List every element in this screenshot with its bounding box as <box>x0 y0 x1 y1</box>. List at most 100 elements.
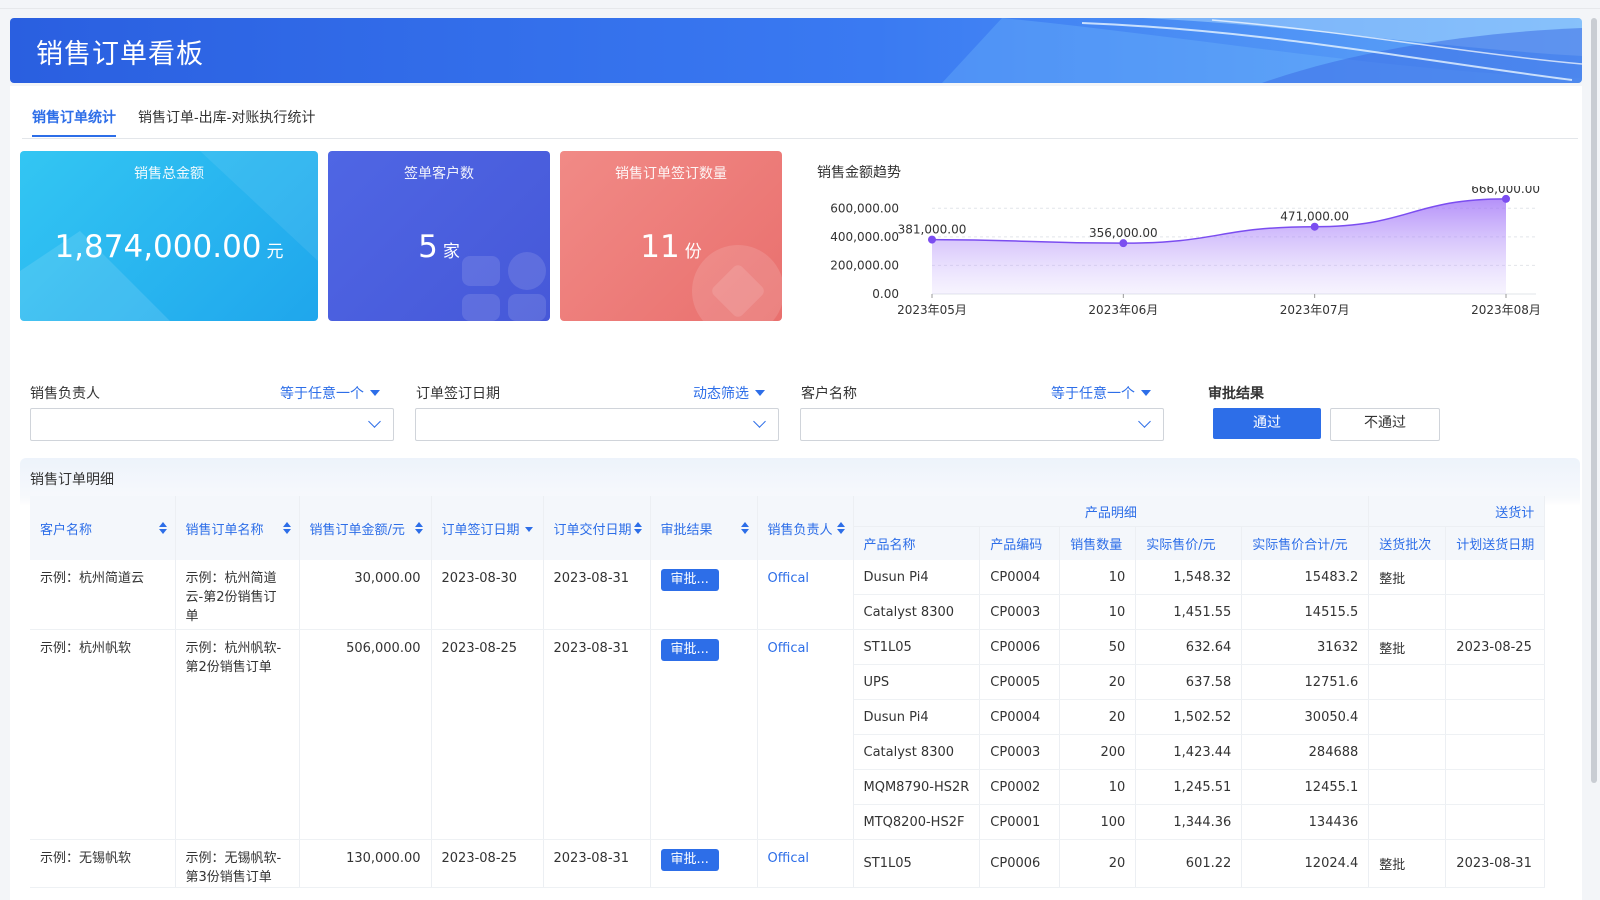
col-header-customer[interactable]: 客户名称 <box>30 496 176 560</box>
cell-unit-price: 637.58 <box>1135 664 1243 700</box>
series-area <box>932 198 1506 294</box>
cell-plan-date: 2023-08-31 <box>1445 839 1546 888</box>
cell-unit-price: 1,344.36 <box>1135 804 1243 840</box>
cell-unit-price: 1,423.44 <box>1135 734 1243 770</box>
cell-approval: 审批... <box>650 560 758 630</box>
owner-link[interactable]: Offical <box>768 571 810 586</box>
customer-select[interactable] <box>800 408 1164 441</box>
cell-product-name: ST1L05 <box>853 629 981 665</box>
cell-plan-date <box>1445 594 1546 630</box>
cell-product-name: UPS <box>853 664 981 700</box>
filter-mode-customer[interactable]: 等于任意一个 <box>1051 383 1151 403</box>
tab-bar: 销售订单统计 销售订单-出库-对账执行统计 <box>22 100 1578 139</box>
cell-delivery-batch: 整批 <box>1368 839 1447 888</box>
col-header-owner[interactable]: 销售负责人 <box>757 496 854 560</box>
cell-quantity: 200 <box>1059 734 1137 770</box>
owner-link[interactable]: Offical <box>768 851 810 866</box>
sort-icon[interactable] <box>740 522 749 534</box>
cell-price-total: 31632 <box>1241 629 1370 665</box>
filter-mode-sign-date[interactable]: 动态筛选 <box>693 383 765 403</box>
table-row: 示例：无锡帆软 示例：无锡帆软-第3份销售订单 130,000.00 2023-08-… <box>30 839 1546 888</box>
filter-mode-owner[interactable]: 等于任意一个 <box>280 383 380 403</box>
cell-unit-price: 1,548.32 <box>1135 560 1243 595</box>
data-label: 666,000.00 <box>1471 186 1540 196</box>
col-header-price-total: 实际售价合计/元 <box>1241 526 1370 560</box>
cell-product-name: Dusun Pi4 <box>853 560 981 595</box>
col-header-order-amount[interactable]: 销售订单金额/元 <box>299 496 432 560</box>
cell-price-total: 30050.4 <box>1241 699 1370 735</box>
cell-approval: 审批... <box>650 839 758 888</box>
cell-deliver-date: 2023-08-31 <box>543 629 651 840</box>
cell-owner: Offical <box>757 629 854 840</box>
cell-product-code: CP0001 <box>979 804 1061 840</box>
owner-select[interactable] <box>30 408 394 441</box>
cell-quantity: 20 <box>1059 699 1137 735</box>
approval-pass-button[interactable]: 通过 <box>1213 408 1321 439</box>
cell-product-code: CP0006 <box>979 629 1061 665</box>
cell-order-amount: 130,000.00 <box>299 839 432 888</box>
cell-plan-date: 2023-08-25 <box>1445 629 1546 665</box>
cell-order-amount: 30,000.00 <box>299 560 432 630</box>
cell-price-total: 14515.5 <box>1241 594 1370 630</box>
cell-product-code: CP0003 <box>979 734 1061 770</box>
col-header-product-name: 产品名称 <box>853 526 981 560</box>
cell-plan-date <box>1445 804 1546 840</box>
filter-label-customer: 客户名称 <box>801 386 857 402</box>
filter-label-owner: 销售负责人 <box>30 386 100 402</box>
cell-delivery-batch <box>1368 699 1447 735</box>
cell-delivery-batch <box>1368 594 1447 630</box>
sort-icon[interactable] <box>414 522 423 534</box>
filter-label-approval: 审批结果 <box>1208 386 1264 402</box>
approval-fail-button[interactable]: 不通过 <box>1330 408 1440 441</box>
col-header-sign-date[interactable]: 订单签订日期 <box>431 496 544 560</box>
kpi-card-total-sales: 销售总金额 1,874,000.00 元 <box>20 151 318 321</box>
approval-badge[interactable]: 审批... <box>660 569 719 591</box>
cell-plan-date <box>1445 664 1546 700</box>
y-tick-label: 0.00 <box>872 287 899 301</box>
cell-order-name: 示例：无锡帆软-第3份销售订单 <box>175 839 300 888</box>
cell-product-code: CP0002 <box>979 769 1061 805</box>
sales-trend-chart: 0.00 200,000.00 400,000.00 600,000.00 2023年0… <box>830 186 1541 317</box>
cell-customer: 示例：杭州简道云 <box>30 560 176 630</box>
sign-date-select[interactable] <box>415 408 779 441</box>
sort-icon[interactable] <box>836 522 845 534</box>
chevron-down-icon <box>1138 415 1151 428</box>
cell-order-name: 示例：杭州简道云-第2份销售订单 <box>175 560 300 630</box>
cell-order-name: 示例：杭州帆软-第2份销售订单 <box>175 629 300 840</box>
cell-order-amount: 506,000.00 <box>299 629 432 840</box>
col-header-product-code: 产品编码 <box>979 526 1061 560</box>
col-header-deliver-date[interactable]: 订单交付日期 <box>543 496 651 560</box>
owner-link[interactable]: Offical <box>768 641 810 656</box>
cell-customer: 示例：杭州帆软 <box>30 629 176 840</box>
cell-product-name: MTQ8200-HS2F <box>853 804 981 840</box>
sort-desc-icon[interactable] <box>524 526 533 532</box>
sort-icon[interactable] <box>633 522 642 534</box>
top-divider <box>0 8 1600 9</box>
cell-plan-date <box>1445 734 1546 770</box>
page-scrollbar[interactable] <box>1591 18 1597 783</box>
kpi-value: 5家 <box>418 229 460 265</box>
sort-icon[interactable] <box>282 522 291 534</box>
approval-badge[interactable]: 审批... <box>660 639 719 661</box>
filter-label-sign-date: 订单签订日期 <box>416 386 500 402</box>
cell-delivery-batch <box>1368 734 1447 770</box>
kpi-card-customer-count: 签单客户数 5家 <box>328 151 550 321</box>
cell-unit-price: 1,502.52 <box>1135 699 1243 735</box>
data-point <box>1119 239 1128 248</box>
approval-badge[interactable]: 审批... <box>660 849 719 871</box>
kpi-card-order-count: 销售订单签订数量 11 份 <box>560 151 782 321</box>
col-header-order-name[interactable]: 销售订单名称 <box>175 496 300 560</box>
col-header-approval[interactable]: 审批结果 <box>650 496 758 560</box>
cell-product-code: CP0004 <box>979 560 1061 595</box>
tab-sales-order-stats[interactable]: 销售订单统计 <box>32 107 116 137</box>
kpi-label: 签单客户数 <box>404 166 474 182</box>
sort-icon[interactable] <box>158 522 167 534</box>
banner-decoration <box>942 18 1582 83</box>
cell-approval: 审批... <box>650 629 758 840</box>
data-point <box>1310 222 1319 231</box>
x-tick-label: 2023年06月 <box>1088 303 1158 317</box>
data-label: 471,000.00 <box>1280 210 1349 224</box>
cell-deliver-date: 2023-08-31 <box>543 560 651 630</box>
tab-order-outbound-reconcile[interactable]: 销售订单-出库-对账执行统计 <box>138 107 315 127</box>
kpi-label: 销售订单签订数量 <box>615 166 727 182</box>
